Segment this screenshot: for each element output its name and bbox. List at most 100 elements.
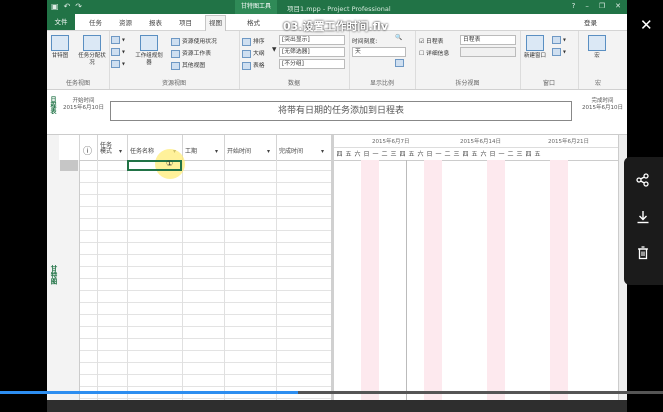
timeline-start: 开始时间 2015年6月10日	[63, 98, 104, 112]
side-action-panel	[624, 157, 663, 285]
task-usage-button[interactable]: 任务分配状况	[77, 35, 107, 67]
save-icon[interactable]: ▣	[51, 2, 59, 11]
timeline-bar[interactable]: 将带有日期的任务添加到日程表	[110, 101, 572, 121]
group-split-view: ☑ 日程表 ☐ 详细信息 日程表 拆分视图	[415, 31, 521, 89]
sort-button[interactable]: 排序	[242, 36, 265, 46]
group-data: 排序 大纲 表格 [突出显示] ▼ [无筛选器] [不分组] 数据	[239, 31, 350, 89]
timescale-days: 四五六日一二三四五六日一二三四五六日一二三四五	[334, 147, 619, 161]
tab-file[interactable]: 文件	[47, 14, 75, 30]
tab-task[interactable]: 任务	[89, 17, 102, 27]
weekend-shade	[550, 160, 568, 400]
day-label: 三	[453, 151, 460, 158]
dropdown-arrow-icon: ▾	[119, 148, 123, 155]
tab-report[interactable]: 报表	[149, 17, 162, 27]
view-bar-label: 甘特图	[49, 265, 57, 285]
timeline-pane: 日程表 开始时间 2015年6月10日 将带有日期的任务添加到日程表 完成时间 …	[47, 90, 627, 135]
column-indicators[interactable]: ⓘ	[79, 135, 98, 160]
filter-dropdown[interactable]: [无筛选器]	[279, 47, 345, 57]
details-dropdown[interactable]	[460, 47, 516, 57]
day-label: 三	[390, 151, 397, 158]
outline-button[interactable]: 大纲	[242, 48, 265, 58]
dropdown-arrow-icon: ▾	[321, 148, 325, 155]
timeline-checkbox[interactable]: ☑ 日程表	[419, 36, 443, 45]
tab-project[interactable]: 项目	[179, 17, 192, 27]
download-icon[interactable]	[633, 210, 653, 230]
day-label: 三	[516, 151, 523, 158]
today-line	[406, 160, 407, 400]
entire-project-icon[interactable]	[395, 59, 406, 67]
timescale-dropdown[interactable]: 天	[352, 47, 406, 57]
group-label: 数据	[287, 80, 300, 87]
day-label: 五	[408, 151, 415, 158]
close-icon[interactable]: ✕	[640, 16, 653, 34]
select-all-cell[interactable]	[59, 135, 80, 160]
video-progress-bar[interactable]	[0, 391, 663, 394]
help-button[interactable]: ?	[572, 2, 576, 10]
resource-usage-button[interactable]: 资源使用状况	[171, 36, 217, 46]
day-label: 六	[480, 151, 487, 158]
day-label: 六	[417, 151, 424, 158]
restore-button[interactable]: ❐	[599, 2, 605, 10]
weekend-shade	[424, 160, 442, 400]
day-label: 五	[534, 151, 541, 158]
group-label: 资源视图	[161, 80, 186, 87]
tab-view[interactable]: 视图	[205, 15, 226, 31]
day-label: 一	[435, 151, 442, 158]
trash-icon[interactable]	[633, 246, 653, 266]
selected-row-header[interactable]	[60, 160, 78, 171]
other-views-button[interactable]: 其他视图	[171, 60, 205, 70]
column-start[interactable]: 开始时间 ▾	[224, 135, 277, 160]
column-task-mode[interactable]: 任务模式 ▾	[97, 135, 128, 160]
task-table[interactable]: ⓘ 任务模式▾ 任务名称▾ 工期▾ 开始时间▾ 完成时间▾ ①	[59, 135, 331, 400]
redo-icon[interactable]: ↷	[75, 2, 82, 11]
column-finish[interactable]: 完成时间 ▾	[276, 135, 331, 160]
hide-window-icon[interactable]: ▾	[552, 48, 566, 56]
other-view-icon[interactable]: ▾	[111, 60, 125, 68]
gantt-chart-button[interactable]: 甘特图	[49, 35, 71, 60]
day-label: 五	[345, 151, 352, 158]
details-checkbox[interactable]: ☐ 详细信息	[419, 48, 449, 57]
undo-icon[interactable]: ↶	[64, 2, 71, 11]
day-label: 二	[507, 151, 514, 158]
share-icon[interactable]	[633, 173, 653, 193]
timeline-side-label: 日程表	[49, 96, 56, 114]
new-window-button[interactable]: 新建窗口	[522, 35, 548, 60]
switch-window-icon[interactable]: ▾	[552, 36, 566, 44]
signin-link[interactable]: 登录	[584, 17, 597, 27]
start-date: 2015年6月10日	[63, 105, 104, 111]
end-date: 2015年6月10日	[582, 105, 623, 111]
resource-sheet-button[interactable]: 资源工作表	[171, 48, 211, 58]
tables-button[interactable]: 表格	[242, 60, 265, 70]
day-label: 一	[372, 151, 379, 158]
column-duration[interactable]: 工期 ▾	[182, 135, 225, 160]
row-header[interactable]	[59, 160, 80, 400]
day-label: 四	[336, 151, 343, 158]
window-title: 项目1.mpp - Project Professional	[287, 5, 391, 13]
day-label: 日	[363, 151, 370, 158]
gantt-chart[interactable]: 2015年6月7日 2015年6月14日 2015年6月21日 四五六日一二三四…	[334, 135, 619, 400]
highlight-dropdown[interactable]: [突出显示]	[279, 35, 345, 45]
tab-resource[interactable]: 资源	[119, 17, 132, 27]
info-icon: ⓘ	[83, 147, 93, 157]
start-label: 开始时间	[72, 98, 95, 104]
calendar-view-icon[interactable]: ▾	[111, 36, 125, 44]
team-planner-button[interactable]: 工作组规划器	[135, 35, 163, 67]
day-label: 四	[399, 151, 406, 158]
table-header: ⓘ 任务模式▾ 任务名称▾ 工期▾ 开始时间▾ 完成时间▾	[59, 135, 331, 161]
app-window: ▣ ↶ ↷ 甘特图工具 项目1.mpp - Project Profession…	[47, 0, 627, 412]
minimize-button[interactable]: –	[585, 2, 589, 10]
group-label: 任务视图	[65, 80, 90, 87]
timescale-label: 时间刻度:	[352, 39, 378, 45]
network-view-icon[interactable]: ▾	[111, 48, 125, 56]
zoom-icon[interactable]: 🔍	[395, 35, 402, 41]
macros-button[interactable]: 宏	[586, 35, 608, 60]
status-bar	[47, 400, 627, 412]
close-button[interactable]: ✕	[615, 2, 621, 10]
group-by-dropdown[interactable]: [不分组]	[279, 59, 345, 69]
tab-format[interactable]: 格式	[247, 17, 260, 27]
group-label: 显示比例	[369, 80, 394, 87]
timeline-dropdown[interactable]: 日程表	[460, 35, 516, 45]
active-cell[interactable]	[127, 160, 182, 171]
gantt-view: 甘特图 ⓘ 任务模式▾ 任务名称▾ 工期▾ 开始时间▾ 完成时间▾ ①	[47, 135, 627, 400]
end-label: 完成时间	[591, 98, 614, 104]
